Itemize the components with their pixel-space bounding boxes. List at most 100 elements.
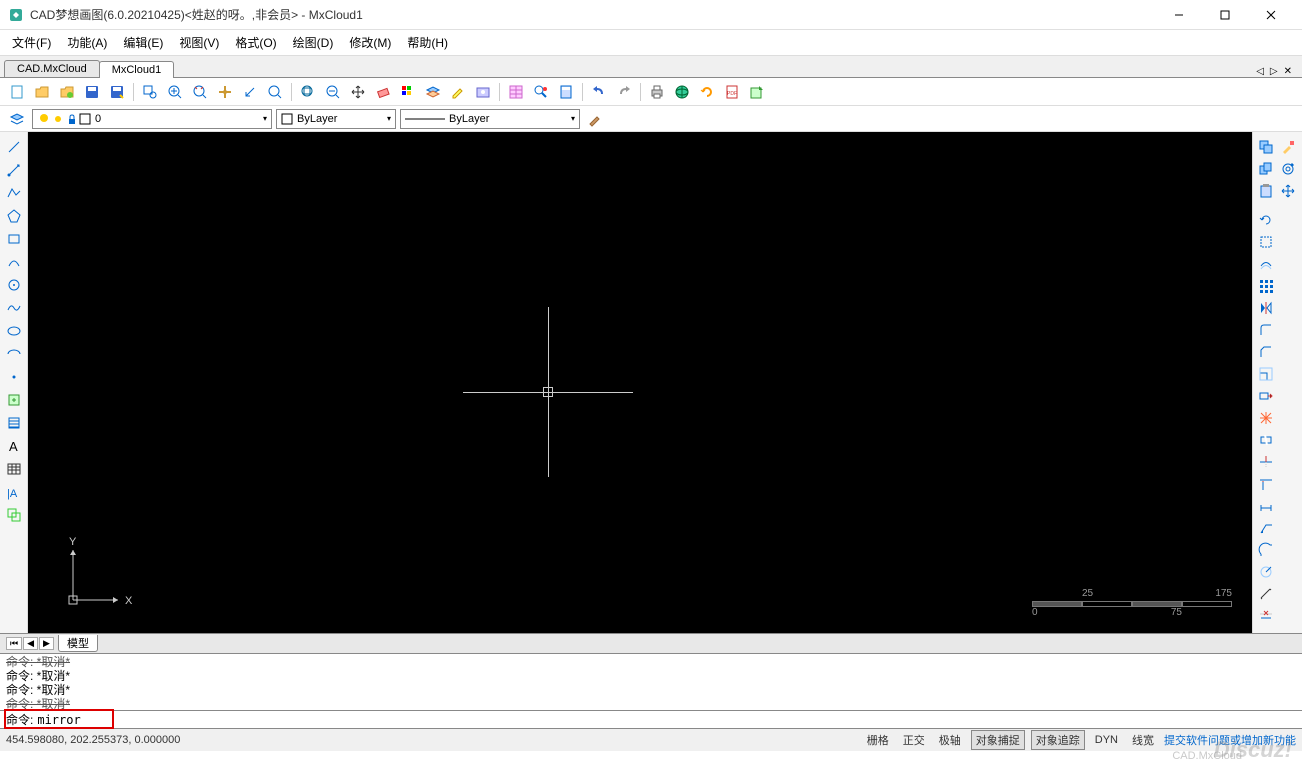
erase-icon[interactable] <box>372 81 394 103</box>
explode-icon[interactable] <box>1255 407 1276 428</box>
menu-modify[interactable]: 修改(M) <box>341 31 399 54</box>
export-icon[interactable] <box>746 81 768 103</box>
leader-icon[interactable] <box>1255 517 1276 538</box>
modeltab-next-icon[interactable]: ▶ <box>39 637 54 650</box>
spline-icon[interactable] <box>3 297 25 319</box>
zoom-previous-icon[interactable] <box>239 81 261 103</box>
menu-file[interactable]: 文件(F) <box>4 31 59 54</box>
circle-icon[interactable] <box>3 274 25 296</box>
polyline-icon[interactable] <box>3 182 25 204</box>
menu-draw[interactable]: 绘图(D) <box>285 31 342 54</box>
feedback-link[interactable]: 提交软件问题或增加新功能 <box>1164 732 1296 748</box>
mtext-icon[interactable]: |A <box>3 481 25 503</box>
find-icon[interactable] <box>530 81 552 103</box>
move-icon[interactable] <box>347 81 369 103</box>
trim-icon[interactable] <box>1255 451 1276 472</box>
layer-manager-icon[interactable] <box>6 108 28 130</box>
color-icon[interactable] <box>397 81 419 103</box>
brush-icon[interactable] <box>584 108 606 130</box>
save-icon[interactable] <box>81 81 103 103</box>
modeltab-first-icon[interactable]: ⏮ <box>6 637 22 650</box>
tab-next-icon[interactable]: ▷ <box>1268 66 1280 77</box>
tab-mxcloud1[interactable]: MxCloud1 <box>99 61 175 78</box>
line-icon[interactable] <box>3 136 25 158</box>
array-icon[interactable] <box>1255 275 1276 296</box>
status-ortho[interactable]: 正交 <box>899 731 929 749</box>
dim-half-icon[interactable] <box>1255 605 1276 626</box>
mirror-icon[interactable] <box>1255 297 1276 318</box>
open-icon[interactable] <box>31 81 53 103</box>
polygon-icon[interactable] <box>3 205 25 227</box>
color-select[interactable]: ByLayer ▾ <box>276 109 396 129</box>
menu-edit[interactable]: 编辑(E) <box>115 31 171 54</box>
status-lineweight[interactable]: 线宽 <box>1128 731 1158 749</box>
chamfer-icon[interactable] <box>1255 341 1276 362</box>
text-icon[interactable]: A <box>3 435 25 457</box>
tab-cadmxcloud[interactable]: CAD.MxCloud <box>4 60 100 77</box>
pan-icon[interactable] <box>214 81 236 103</box>
table-draw-icon[interactable] <box>3 458 25 480</box>
refresh-icon[interactable] <box>696 81 718 103</box>
status-osnap[interactable]: 对象捕捉 <box>971 730 1025 750</box>
arc-icon[interactable] <box>3 251 25 273</box>
ellipse-arc-icon[interactable] <box>3 343 25 365</box>
copy-icon[interactable] <box>1255 136 1276 157</box>
region-icon[interactable] <box>3 504 25 526</box>
new-icon[interactable] <box>6 81 28 103</box>
status-polar[interactable]: 极轴 <box>935 731 965 749</box>
ellipse-icon[interactable] <box>3 320 25 342</box>
layer-select[interactable]: 0 ▾ <box>32 109 272 129</box>
hatch-icon[interactable] <box>3 412 25 434</box>
offset-loop-icon[interactable] <box>1277 158 1298 179</box>
screenshot-icon[interactable] <box>472 81 494 103</box>
print-icon[interactable] <box>646 81 668 103</box>
saveas-icon[interactable] <box>106 81 128 103</box>
menu-view[interactable]: 视图(V) <box>171 31 227 54</box>
pdf-icon[interactable]: PDF <box>721 81 743 103</box>
move-modify-icon[interactable] <box>1277 180 1298 201</box>
redo-icon[interactable] <box>613 81 635 103</box>
menu-function[interactable]: 功能(A) <box>59 31 115 54</box>
zoom-all-icon[interactable] <box>297 81 319 103</box>
select-rect-icon[interactable] <box>1255 231 1276 252</box>
offset-icon[interactable] <box>1255 253 1276 274</box>
modeltab-prev-icon[interactable]: ◀ <box>23 637 38 650</box>
linetype-select[interactable]: ByLayer ▾ <box>400 109 580 129</box>
status-otrack[interactable]: 对象追踪 <box>1031 730 1085 750</box>
paste-icon[interactable] <box>1255 180 1276 201</box>
layer-icon[interactable] <box>422 81 444 103</box>
dimension-arc-icon[interactable] <box>1255 539 1276 560</box>
zoom-realtime-icon[interactable] <box>264 81 286 103</box>
zoom-extents-icon[interactable] <box>189 81 211 103</box>
rectangle-icon[interactable] <box>3 228 25 250</box>
extend-icon[interactable] <box>1255 473 1276 494</box>
zoom-window-icon[interactable] <box>139 81 161 103</box>
calc-icon[interactable] <box>555 81 577 103</box>
point-icon[interactable] <box>3 366 25 388</box>
undo-icon[interactable] <box>588 81 610 103</box>
menu-help[interactable]: 帮助(H) <box>399 31 456 54</box>
model-tab[interactable]: 模型 <box>58 635 98 652</box>
scale-icon[interactable] <box>1255 363 1276 384</box>
zoom-out-icon[interactable] <box>322 81 344 103</box>
status-dyn[interactable]: DYN <box>1091 733 1122 747</box>
command-history[interactable]: 命令: *取消* 命令: *取消* 命令: *取消* 命令: *取消* <box>0 653 1302 711</box>
open-folder-icon[interactable] <box>56 81 78 103</box>
fillet-icon[interactable] <box>1255 319 1276 340</box>
break-icon[interactable] <box>1255 429 1276 450</box>
matchprop-icon[interactable] <box>1277 136 1298 157</box>
block-icon[interactable] <box>3 389 25 411</box>
highlight-icon[interactable] <box>447 81 469 103</box>
tab-prev-icon[interactable]: ◁ <box>1254 66 1266 77</box>
copy2-icon[interactable] <box>1255 158 1276 179</box>
zoom-in-icon[interactable] <box>164 81 186 103</box>
status-grid[interactable]: 栅格 <box>863 731 893 749</box>
maximize-button[interactable] <box>1202 0 1248 30</box>
close-button[interactable] <box>1248 0 1294 30</box>
dimension-icon[interactable] <box>1255 495 1276 516</box>
minimize-button[interactable] <box>1156 0 1202 30</box>
ray-icon[interactable] <box>3 159 25 181</box>
dim-radius-icon[interactable] <box>1255 561 1276 582</box>
tab-close-icon[interactable]: ✕ <box>1282 66 1294 77</box>
stretch-icon[interactable] <box>1255 385 1276 406</box>
